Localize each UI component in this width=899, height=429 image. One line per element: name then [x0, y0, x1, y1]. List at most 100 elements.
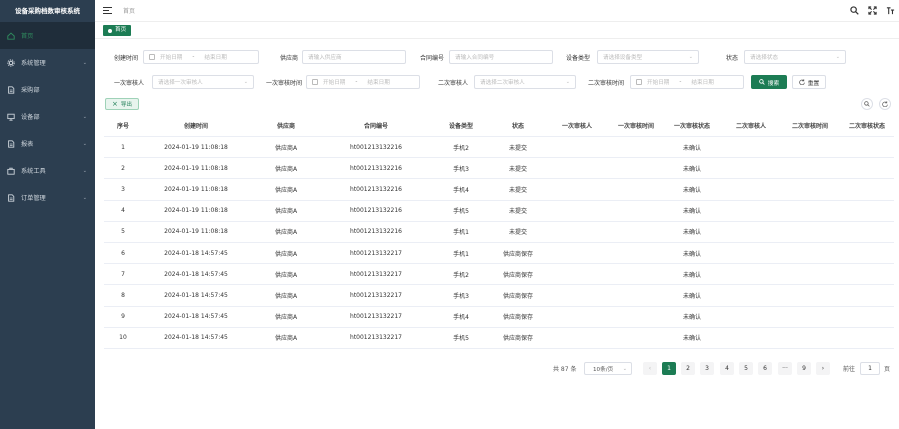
review2-time-range[interactable]: 开始日期 - 结束日期 — [630, 75, 744, 89]
table-cell: 7 — [121, 270, 125, 278]
table-row[interactable]: 6 2024-01-18 14:57:45 供应商A ht001213132217 手机… — [104, 243, 894, 265]
table-cell: 供应商A — [274, 250, 298, 258]
table-cell: 未提交 — [508, 208, 527, 216]
table-row[interactable]: 8 2024-01-18 14:57:45 供应商A ht001213132217 手机… — [104, 285, 894, 307]
table-cell: ht001213132216 — [350, 228, 402, 236]
sidebar-item-label: 设备部 — [21, 114, 40, 121]
fullscreen-icon[interactable] — [868, 6, 877, 15]
end-date-placeholder: 结束日期 — [367, 80, 390, 86]
table-row[interactable]: 7 2024-01-18 14:57:45 供应商A ht001213132217 手机… — [104, 264, 894, 286]
column-header: 二次审核时间 — [791, 123, 828, 130]
refresh-icon — [798, 79, 805, 85]
sidebar-item[interactable]: 采购部 — [0, 76, 95, 103]
page-button[interactable]: 3 — [700, 362, 714, 375]
page-button[interactable]: 6 — [758, 362, 772, 375]
table-cell: 供应商A — [274, 165, 298, 173]
device-type-select[interactable]: 请选择设备类型 ⌄ — [597, 50, 699, 64]
review1-time-range[interactable]: 开始日期 - 结束日期 — [306, 75, 420, 89]
page-button[interactable]: 4 — [720, 362, 734, 375]
start-date-placeholder: 开始日期 — [323, 80, 346, 86]
table-cell: 手机2 — [453, 144, 469, 152]
table-cell: 未确认 — [682, 186, 701, 194]
table-row[interactable]: 5 2024-01-19 11:08:18 供应商A ht001213132216 手机… — [104, 222, 894, 243]
document-icon — [6, 193, 15, 202]
table-cell: 2024-01-19 11:08:18 — [164, 185, 228, 193]
table-cell: 未提交 — [508, 144, 527, 152]
table-cell: 未确认 — [682, 229, 701, 237]
export-button-label: 导出 — [120, 102, 133, 108]
table-cell: ht001213132217 — [350, 334, 402, 342]
sidebar-item[interactable]: 设备部 ⌄ — [0, 103, 95, 130]
supplier-input[interactable]: 请输入供应商 — [302, 50, 406, 64]
page-button[interactable]: 2 — [681, 362, 695, 375]
prev-page-button[interactable]: ‹ — [643, 362, 657, 375]
sidebar-item[interactable]: 首页 — [0, 22, 95, 49]
end-date-placeholder: 结束日期 — [204, 55, 227, 61]
sidebar: 设备采购档数审核系统 首页 系统管理 ⌄ 采购部 设备部 ⌄ 报表 ⌄ 系统工具 ⌄ 订单管理 ⌄ — [0, 0, 95, 429]
created-time-label: 创建时间 — [113, 55, 138, 62]
menu-toggle-icon[interactable] — [103, 6, 112, 15]
sidebar-item-label: 系统管理 — [21, 60, 46, 67]
table-row[interactable]: 10 2024-01-18 14:57:45 供应商A ht001213132217 手… — [104, 328, 894, 349]
table-header: 序号 创建时间 供应商 合同编号 设备类型 状态 一次审核人 一次审核时间 一次审核状态 二次审核… — [104, 115, 894, 137]
export-button[interactable]: × 导出 — [105, 98, 139, 110]
reviewer1-label: 一次审核人 — [113, 80, 144, 87]
supplier-placeholder: 请输入供应商 — [308, 55, 342, 61]
page-size-select[interactable]: 10条/页 ⌄ — [584, 362, 632, 375]
table-row[interactable]: 2 2024-01-19 11:08:18 供应商A ht001213132216 手机… — [104, 158, 894, 180]
sidebar-item[interactable]: 系统工具 ⌄ — [0, 157, 95, 184]
table-cell: 4 — [121, 207, 125, 215]
reviewer2-placeholder: 请选择二次审核人 — [480, 80, 525, 86]
table-cell: 2024-01-19 11:08:18 — [164, 228, 228, 236]
refresh-icon[interactable] — [879, 98, 891, 110]
app-title: 设备采购档数审核系统 — [15, 7, 80, 15]
table-cell: 供应商A — [274, 292, 298, 300]
table-row[interactable]: 1 2024-01-19 11:08:18 供应商A ht001213132216 手机… — [104, 137, 894, 159]
chevron-down-icon: ⌄ — [82, 59, 87, 66]
goto-page-input[interactable]: 1 — [860, 362, 880, 375]
created-time-range[interactable]: 开始日期 - 结束日期 — [143, 50, 259, 64]
table-cell: 2024-01-18 14:57:45 — [164, 313, 228, 321]
font-size-icon[interactable] — [886, 6, 895, 15]
table-cell: 供应商A — [274, 186, 298, 194]
table-row[interactable]: 3 2024-01-19 11:08:18 供应商A ht001213132216 手机… — [104, 179, 894, 201]
table-row[interactable]: 9 2024-01-18 14:57:45 供应商A ht001213132217 手机… — [104, 307, 894, 328]
page-button[interactable]: 5 — [739, 362, 753, 375]
status-select[interactable]: 请选择状态 ⌄ — [744, 50, 846, 64]
sidebar-item-label: 报表 — [21, 141, 34, 148]
contract-placeholder: 请输入合同编号 — [455, 55, 495, 61]
start-date-placeholder: 开始日期 — [647, 80, 670, 86]
table-row[interactable]: 4 2024-01-19 11:08:18 供应商A ht001213132216 手机… — [104, 201, 894, 222]
calendar-icon — [636, 79, 642, 85]
device-type-label: 设备类型 — [565, 55, 590, 62]
sidebar-item[interactable]: 报表 ⌄ — [0, 130, 95, 157]
reset-button[interactable]: 重置 — [792, 75, 826, 89]
table-cell: 供应商保存 — [502, 314, 533, 322]
table-cell: 8 — [121, 291, 125, 299]
table-cell: 10 — [119, 334, 127, 342]
page-unit-label: 页 — [884, 365, 891, 373]
page-button[interactable]: 9 — [797, 362, 811, 375]
goto-label: 前往 — [843, 365, 856, 373]
reviewer1-select[interactable]: 请选择一次审核人 ⌄ — [152, 75, 254, 89]
sidebar-item[interactable]: 订单管理 ⌄ — [0, 184, 95, 211]
reviewer2-select[interactable]: 请选择二次审核人 ⌄ — [474, 75, 576, 89]
sidebar-item[interactable]: 系统管理 ⌄ — [0, 49, 95, 76]
home-icon — [6, 31, 15, 40]
chevron-down-icon: ⌄ — [835, 54, 840, 60]
search-icon — [758, 79, 765, 85]
search-toggle-icon[interactable] — [861, 98, 873, 110]
end-date-placeholder: 结束日期 — [691, 80, 714, 86]
table-cell: 未确认 — [682, 250, 701, 258]
next-page-button[interactable]: › — [816, 362, 830, 375]
search-icon[interactable] — [850, 6, 859, 15]
contract-input[interactable]: 请输入合同编号 — [449, 50, 553, 64]
tab-home-label: 首页 — [115, 27, 127, 33]
chevron-down-icon: ⌄ — [688, 54, 693, 60]
tab-home[interactable]: 首页 — [103, 25, 132, 36]
page-button[interactable]: 1 — [662, 362, 676, 375]
table-cell: 供应商A — [274, 271, 298, 279]
more-pages-button[interactable]: ··· — [778, 362, 792, 375]
breadcrumb[interactable]: 首页 — [123, 6, 135, 15]
search-button[interactable]: 搜索 — [751, 75, 787, 89]
